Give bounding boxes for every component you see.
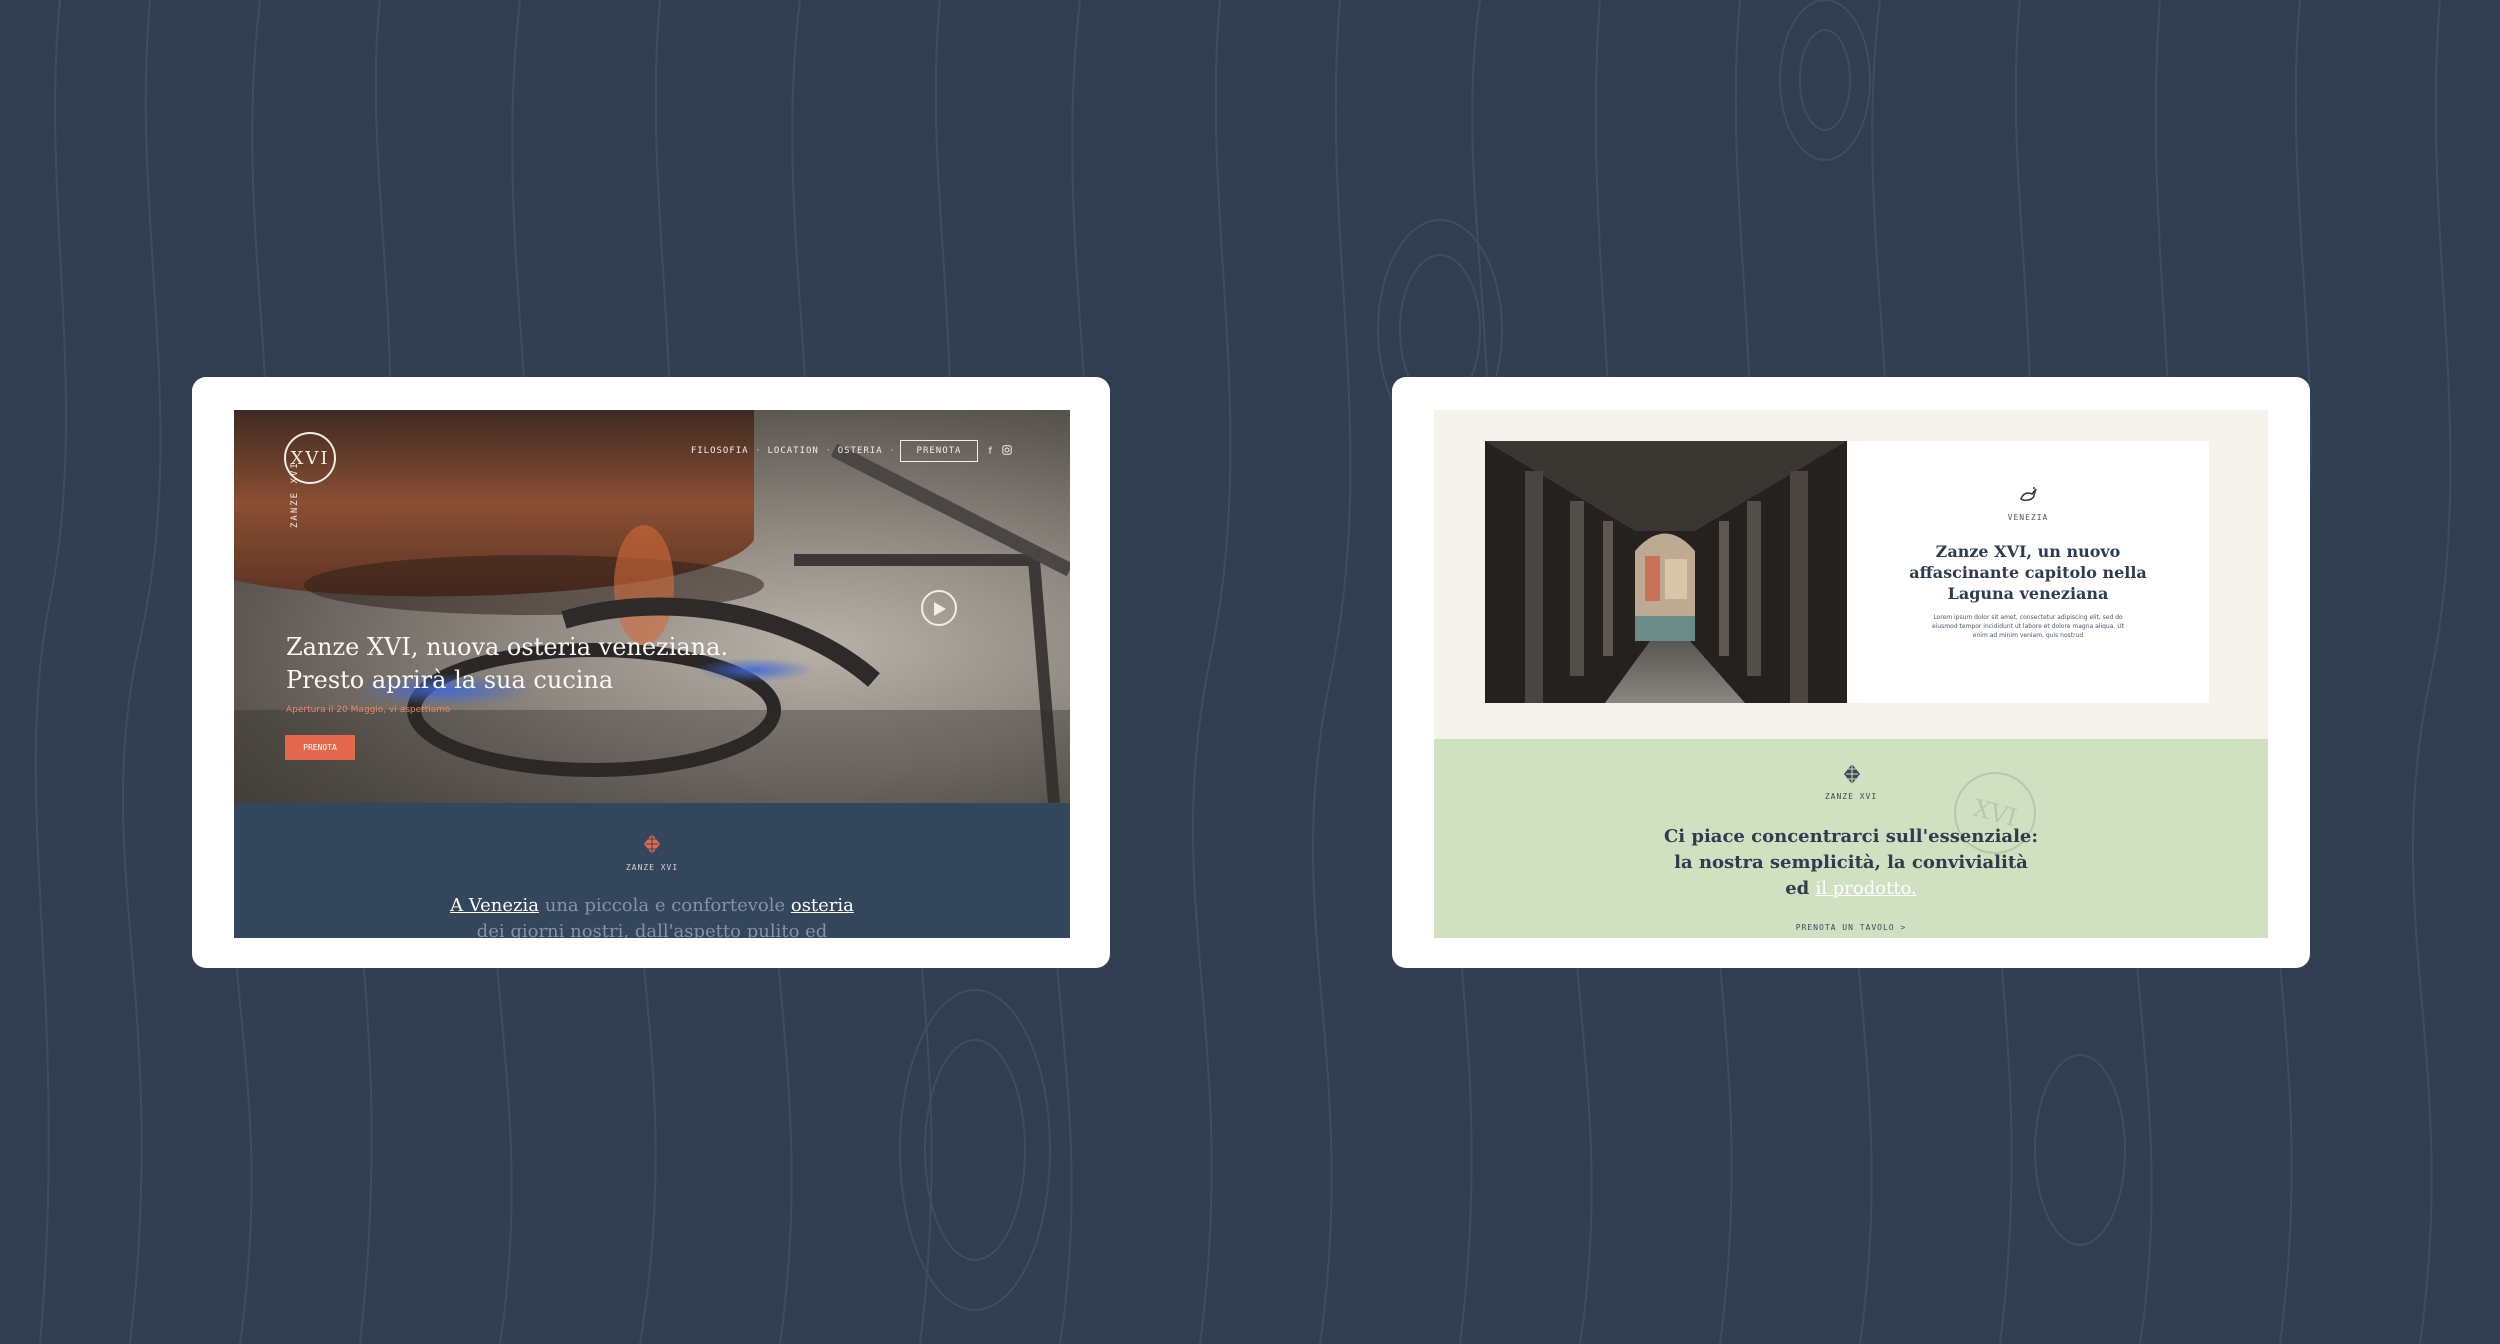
hero-title-line-2: Presto aprirà la sua cucina [286,666,614,694]
info-panel: VENEZIA Zanze XVI, un nuovo affascinante… [1847,441,2209,703]
play-video-button[interactable] [921,590,957,626]
intro-tagline: A Venezia una piccola e confortevole ost… [234,893,1070,938]
mockup-card-content: VENEZIA Zanze XVI, un nuovo affascinante… [1392,377,2310,968]
prodotto-link[interactable]: il prodotto. [1816,878,1917,899]
nav-item-location[interactable]: LOCATION [759,446,826,456]
website-screenshot-hero: XVI ZANZE XVI FILOSOFIA · LOCATION · OST… [234,410,1070,938]
quote-line-2: la nostra semplicità, la convivialità [1674,852,2028,873]
logo-wordmark-vertical: ZANZE XVI [290,461,300,528]
hero-title-line-1: Zanze XVI, nuova osteria veneziana. [286,633,729,661]
nav-prenota-button[interactable]: PRENOTA [899,440,979,462]
play-icon [934,602,946,616]
bird-icon [2020,487,2037,501]
hero-section: XVI ZANZE XVI FILOSOFIA · LOCATION · OST… [234,410,1070,803]
nav-item-osteria[interactable]: OSTERIA [830,446,891,456]
tagline-text: una piccola e confortevole [539,895,791,916]
mockup-card-hero: XVI ZANZE XVI FILOSOFIA · LOCATION · OST… [192,377,1110,968]
philosophy-section: ZANZE XVI XVI Ci piace concentrarci sull… [1434,739,2268,938]
website-screenshot-content: VENEZIA Zanze XVI, un nuovo affascinante… [1434,410,2268,938]
venezia-link[interactable]: A Venezia [450,895,539,916]
instagram-icon[interactable] [1002,444,1012,458]
info-body: Lorem ipsum dolor sit amet, consectetur … [1932,614,2124,639]
osteria-link[interactable]: osteria [791,895,854,916]
main-nav: FILOSOFIA · LOCATION · OSTERIA · PRENOTA… [683,440,1012,462]
nav-item-filosofia[interactable]: FILOSOFIA [683,446,757,456]
hero-title: Zanze XVI, nuova osteria veneziana. Pres… [286,631,846,697]
hero-subtitle: Apertura il 20 Maggio, vi aspettiamo [286,705,451,715]
hero-prenota-button[interactable]: PRENOTA [285,735,355,760]
section-label: ZANZE XVI [625,863,679,872]
facebook-icon[interactable]: f [988,446,992,457]
info-title: Zanze XVI, un nuovo affascinante capitol… [1909,542,2147,603]
prenota-tavolo-link[interactable]: PRENOTA UN TAVOLO > [1434,923,2268,932]
section-label: ZANZE XVI [1824,792,1878,801]
tagline-line-2: dei giorni nostri, dall'aspetto pulito e… [476,921,828,938]
quote-line-1: Ci piace concentrarci sull'essenziale: [1663,826,2039,847]
nav-separator: · [890,446,894,456]
info-label: VENEZIA [2007,513,2049,522]
quote-line-3: ed [1785,878,1816,899]
philosophy-quote: Ci piace concentrarci sull'essenziale: l… [1434,824,2268,902]
diamond-logo-icon [1844,764,1860,784]
diamond-logo-icon [644,834,660,854]
intro-section: ZANZE XVI A Venezia una piccola e confor… [234,803,1070,938]
venice-arcade-photo [1485,441,1847,703]
